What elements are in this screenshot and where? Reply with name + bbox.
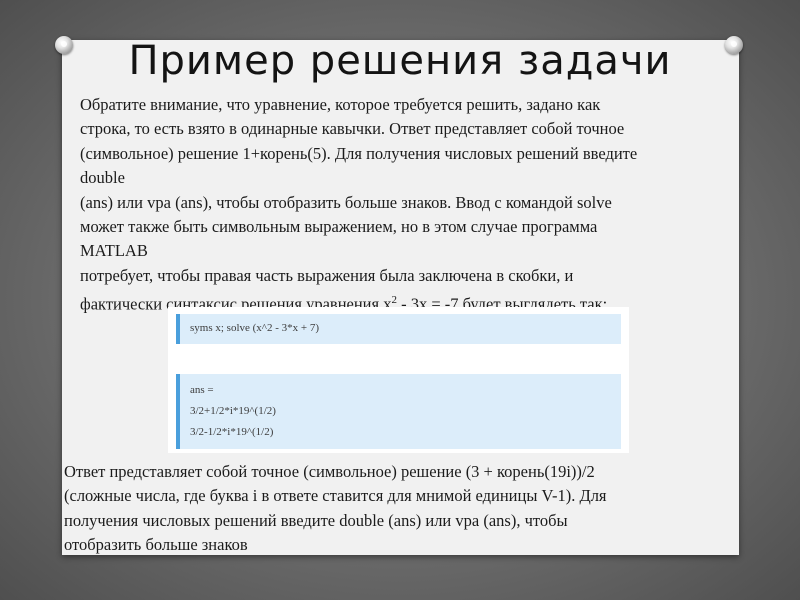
paragraph-line: отобразить больше знаков (64, 535, 248, 555)
code-output-line: 3/2+1/2*i*19^(1/2) (190, 405, 276, 417)
code-output-line: 3/2-1/2*i*19^(1/2) (190, 426, 274, 438)
paragraph-line: (ans) или vpa (ans), чтобы отобразить бо… (80, 192, 612, 212)
paragraph-intro: Обратите внимание, что уравнение, которо… (80, 93, 748, 317)
code-input: syms x; solve (x^2 - 3*x + 7) (190, 322, 319, 334)
code-output-line: ans = (190, 384, 214, 396)
paragraph-line: MATLAB (80, 241, 148, 261)
paragraph-line: получения числовых решений введите doubl… (64, 510, 568, 530)
paragraph-line: потребует, чтобы правая часть выражения … (80, 265, 574, 285)
code-output-block: ans = 3/2+1/2*i*19^(1/2) 3/2-1/2*i*19^(1… (176, 374, 621, 449)
paragraph-line: Ответ представляет собой точное (символь… (64, 462, 595, 481)
paragraph-line: Обратите внимание, что уравнение, которо… (80, 95, 601, 114)
paragraph-answer: Ответ представляет собой точное (символь… (64, 460, 736, 558)
paragraph-line: (символьное) решение 1+корень(5). Для по… (80, 143, 638, 163)
paragraph-line: double (80, 168, 125, 188)
code-screenshot: syms x; solve (x^2 - 3*x + 7) ans = 3/2+… (168, 307, 629, 453)
paragraph-line: может также быть символьным выражением, … (80, 217, 598, 237)
slide-title: Пример решения задачи (128, 38, 672, 84)
code-input-block: syms x; solve (x^2 - 3*x + 7) (176, 314, 621, 344)
paragraph-line: (сложные числа, где буква i в ответе ста… (64, 486, 607, 506)
paragraph-line: строка, то есть взято в одинарные кавычк… (80, 119, 625, 139)
